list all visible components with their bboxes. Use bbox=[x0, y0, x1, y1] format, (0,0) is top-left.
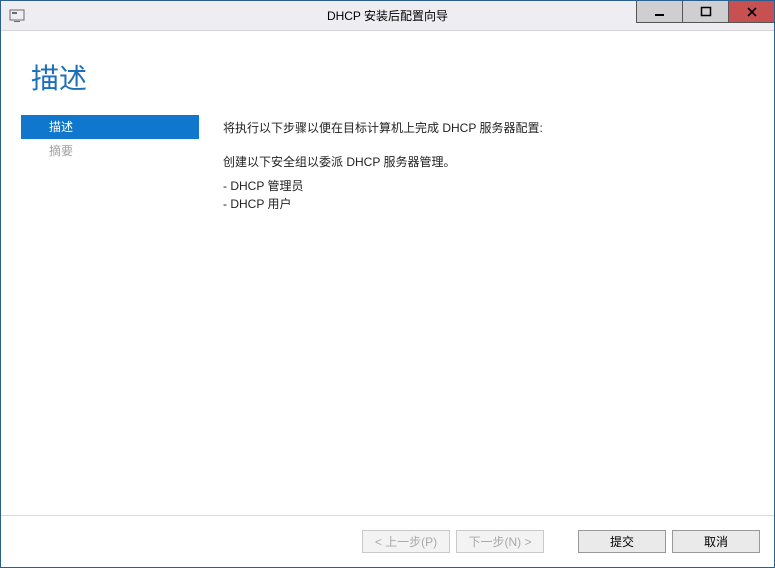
wizard-window: DHCP 安装后配置向导 描述 描述 摘要 将执行以下步骤以便在目标计算机上完成… bbox=[0, 0, 775, 568]
body-area: 描述 摘要 将执行以下步骤以便在目标计算机上完成 DHCP 服务器配置: 创建以… bbox=[1, 115, 774, 515]
previous-button: < 上一步(P) bbox=[362, 530, 450, 553]
close-button[interactable] bbox=[728, 1, 774, 23]
group-line: 创建以下安全组以委派 DHCP 服务器管理。 bbox=[223, 153, 750, 171]
page-heading: 描述 bbox=[1, 31, 774, 115]
main-pane: 将执行以下步骤以便在目标计算机上完成 DHCP 服务器配置: 创建以下安全组以委… bbox=[199, 115, 774, 515]
list-item: - DHCP 用户 bbox=[223, 195, 750, 213]
security-groups-list: - DHCP 管理员 - DHCP 用户 bbox=[223, 177, 750, 213]
commit-button[interactable]: 提交 bbox=[578, 530, 666, 553]
minimize-button[interactable] bbox=[636, 1, 682, 23]
cancel-button[interactable]: 取消 bbox=[672, 530, 760, 553]
window-controls bbox=[636, 1, 774, 23]
list-item: - DHCP 管理员 bbox=[223, 177, 750, 195]
sidebar-item-description[interactable]: 描述 bbox=[21, 115, 199, 139]
app-icon bbox=[9, 8, 25, 24]
sidebar: 描述 摘要 bbox=[21, 115, 199, 515]
titlebar: DHCP 安装后配置向导 bbox=[1, 1, 774, 31]
window-title: DHCP 安装后配置向导 bbox=[327, 7, 448, 24]
content-area: 描述 描述 摘要 将执行以下步骤以便在目标计算机上完成 DHCP 服务器配置: … bbox=[1, 31, 774, 567]
intro-text: 将执行以下步骤以便在目标计算机上完成 DHCP 服务器配置: bbox=[223, 119, 750, 137]
maximize-button[interactable] bbox=[682, 1, 728, 23]
next-button: 下一步(N) > bbox=[456, 530, 544, 553]
sidebar-item-summary[interactable]: 摘要 bbox=[21, 139, 199, 163]
footer: < 上一步(P) 下一步(N) > 提交 取消 bbox=[1, 515, 774, 567]
